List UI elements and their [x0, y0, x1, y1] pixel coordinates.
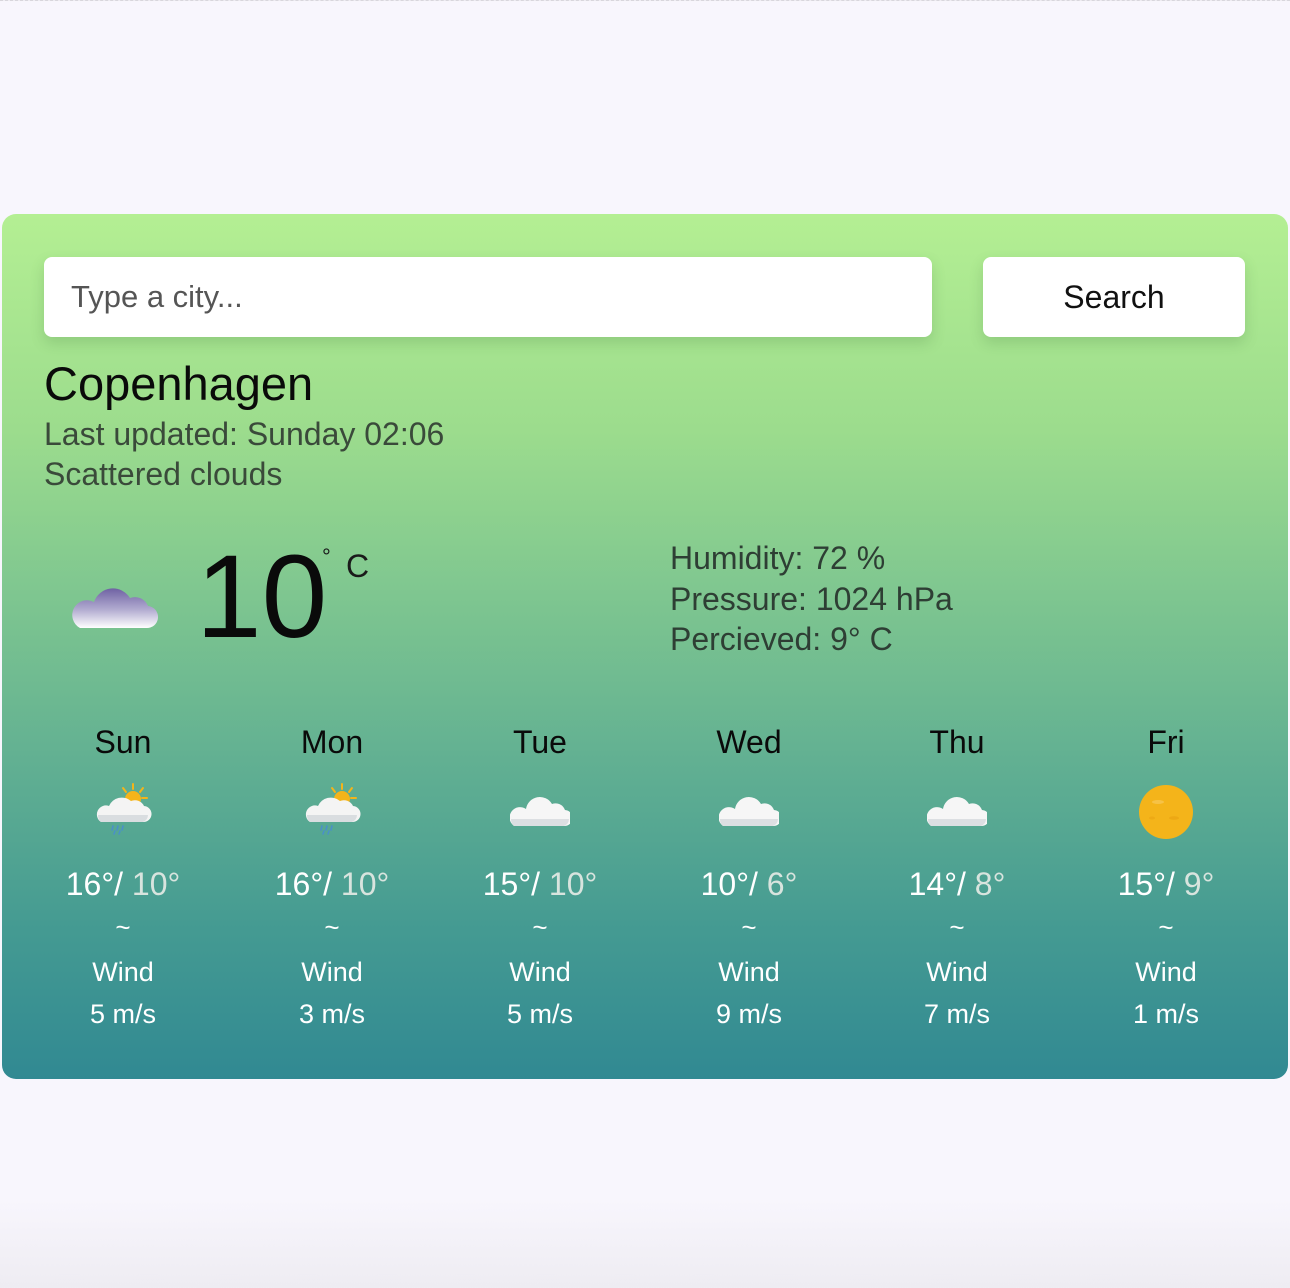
- forecast-wind-label: Wind: [1135, 957, 1197, 987]
- forecast-min-temp: 6°: [766, 866, 798, 902]
- forecast-wind-label: Wind: [301, 957, 363, 987]
- forecast-max-temp: 10°: [700, 866, 749, 902]
- forecast-temperatures: 16°/ 10°: [65, 866, 181, 902]
- forecast-separator: ~: [115, 912, 131, 942]
- cloud-icon: [509, 782, 573, 842]
- sun-cloud-rain-icon: [302, 782, 362, 842]
- forecast-max-temp: 16°: [65, 866, 115, 902]
- weather-card: Search Copenhagen Last updated: Sunday 0…: [2, 214, 1288, 1079]
- forecast: Sun 16°/ 10° ~ Wind 5 m/s Mon 16°/ 10° ~…: [2, 714, 1288, 1054]
- last-updated: Last updated: Sunday 02:06: [44, 416, 445, 452]
- forecast-day-name: Tue: [513, 724, 567, 760]
- forecast-temperatures: 15°/ 10°: [482, 866, 598, 902]
- forecast-min-temp: 10°: [548, 866, 598, 902]
- forecast-temperatures: 10°/ 6°: [700, 866, 798, 902]
- degree-symbol: °: [322, 544, 331, 569]
- forecast-separator: ~: [1158, 912, 1174, 942]
- forecast-wind-speed: 5 m/s: [89, 999, 156, 1029]
- forecast-wind-speed: 7 m/s: [923, 999, 990, 1029]
- sun-icon: [1136, 782, 1196, 842]
- forecast-wind-speed: 1 m/s: [1132, 999, 1199, 1029]
- forecast-wind-label: Wind: [509, 957, 571, 987]
- cloud-icon: [926, 782, 990, 842]
- forecast-separator: ~: [949, 912, 965, 942]
- forecast-wind-speed: 9 m/s: [715, 999, 782, 1029]
- temperature-unit: C: [346, 548, 370, 584]
- forecast-day-name: Wed: [716, 724, 782, 760]
- forecast-max-temp: 16°: [274, 866, 324, 902]
- forecast-max-temp: 15°: [1117, 866, 1166, 902]
- forecast-min-temp: 8°: [974, 866, 1006, 902]
- city-name: Copenhagen: [44, 357, 314, 410]
- cloud-icon: [718, 782, 782, 842]
- forecast-temperatures: 14°/ 8°: [908, 866, 1006, 902]
- current-temperature: 10: [196, 531, 328, 663]
- sun-cloud-rain-icon: [93, 782, 153, 842]
- forecast-separator: ~: [324, 912, 340, 942]
- forecast-day-name: Mon: [300, 724, 364, 760]
- forecast-day-name: Thu: [929, 724, 985, 760]
- forecast-wind-label: Wind: [926, 957, 988, 987]
- weather-details: Humidity: 72 % Pressure: 1024 hPa Percie…: [670, 538, 953, 660]
- pressure: Pressure: 1024 hPa: [670, 580, 953, 617]
- forecast-min-temp: 10°: [340, 866, 390, 902]
- forecast-max-temp: 14°: [908, 866, 957, 902]
- forecast-min-temp: 10°: [131, 866, 181, 902]
- forecast-min-temp: 9°: [1183, 866, 1215, 902]
- city-search-input[interactable]: [44, 257, 932, 337]
- forecast-wind-label: Wind: [718, 957, 780, 987]
- weather-description: Scattered clouds: [44, 456, 283, 492]
- forecast-temperatures: 15°/ 9°: [1117, 866, 1215, 902]
- cloud-icon: [68, 582, 159, 632]
- forecast-separator: ~: [741, 912, 757, 942]
- forecast-wind-speed: 5 m/s: [506, 999, 573, 1029]
- humidity: Humidity: 72 %: [670, 540, 886, 576]
- perceived-temperature: Percieved: 9° C: [670, 621, 893, 657]
- forecast-wind-speed: 3 m/s: [298, 999, 365, 1029]
- forecast-max-temp: 15°: [482, 866, 532, 902]
- forecast-wind-label: Wind: [92, 957, 154, 987]
- search-button[interactable]: Search: [983, 257, 1245, 337]
- forecast-day-name: Fri: [1147, 724, 1185, 760]
- page: Search Copenhagen Last updated: Sunday 0…: [0, 0, 1290, 1288]
- forecast-separator: ~: [532, 912, 548, 942]
- forecast-temperatures: 16°/ 10°: [274, 866, 390, 902]
- forecast-day-name: Sun: [94, 724, 152, 760]
